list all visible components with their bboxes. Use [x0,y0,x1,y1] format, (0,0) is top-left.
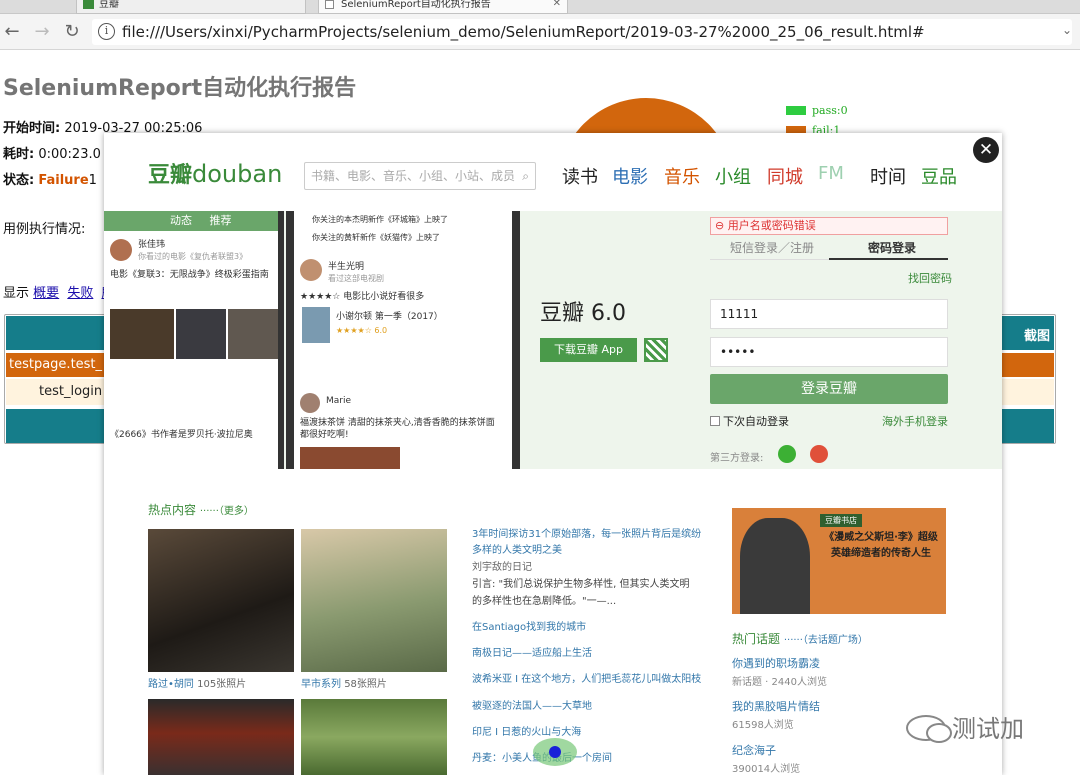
nav-read[interactable]: 读书 [562,163,598,189]
article-link[interactable]: 3年时间探访31个原始部落，每一张照片背后是缤纷 [472,526,701,543]
drama-poster [302,307,330,343]
close-icon[interactable]: ✕ [973,137,999,163]
overseas-phone-login-link[interactable]: 海外手机登录 [882,413,948,429]
find-password-link[interactable]: 找回密码 [908,270,952,286]
legend-pass-swatch [786,106,806,115]
active-tab-indicator [829,258,948,260]
article-link[interactable]: 南极日记——适应船上生活 [472,645,592,662]
album-photo-market[interactable] [301,529,447,672]
photo-thumb [300,447,400,469]
error-message: ⊖ 用户名或密码错误 [710,217,948,235]
album-photo-records[interactable] [148,699,294,775]
article-link[interactable]: 印尼 I 日惹的火山与大海 [472,724,581,741]
douban-search-input[interactable]: 书籍、电影、音乐、小组、小站、成员 ⌕ [304,162,536,190]
url-text[interactable]: file:///Users/xinxi/PycharmProjects/sele… [122,23,925,41]
nav-music[interactable]: 音乐 [664,163,700,189]
checkbox-icon[interactable] [710,416,720,426]
topic-link[interactable]: 纪念海子 [732,742,776,758]
avatar [110,239,132,261]
filter-summary-link[interactable]: 概要 [33,286,59,301]
tab-close-icon[interactable]: ✕ [553,0,561,9]
filter-links: 显示 概要 失败 所 [3,282,118,301]
article-link[interactable]: 在Santiago找到我的城市 [472,619,586,636]
article-excerpt: 引言: "我们总说保护生物多样性, 但其实人类文明 [472,579,690,590]
forward-arrow-icon[interactable]: → [32,21,52,43]
nav-time[interactable]: 时间 [870,163,906,189]
article-excerpt-cont: 的多样性也在急剧降低。"一—... [472,596,617,607]
douban-favicon-icon [83,0,94,9]
app-name: 豆瓣 6.0 [540,301,626,326]
back-arrow-icon[interactable]: ← [2,21,22,43]
search-icon[interactable]: ⌕ [522,163,529,189]
avatar [300,259,322,281]
watermark: 测试加 [906,709,1024,744]
avatar [300,393,320,413]
douban-login-modal: 豆瓣douban 书籍、电影、音乐、小组、小站、成员 ⌕ 读书 电影 音乐 小组… [104,133,1002,775]
usage-label: 用例执行情况: [3,222,86,237]
more-link[interactable]: ······（更多） [200,506,254,517]
status-badge: Failure [38,173,89,188]
hot-content-title: 热点内容 ······（更多） [148,503,254,517]
login-button[interactable]: 登录豆瓣 [710,374,948,404]
topic-stat: 390014人浏览 [732,764,801,775]
weibo-icon[interactable] [810,445,828,463]
phone-mockup-left: 动态 推荐 张佳玮 你看过的电影《复仇者联盟3》 电影《复联3：无限战争》终极彩… [104,211,284,469]
reload-icon[interactable]: ↻ [62,21,82,43]
username-field[interactable]: 11111 [710,299,948,329]
hero-banner: 动态 推荐 张佳玮 你看过的电影《复仇者联盟3》 电影《复联3：无限战争》终极彩… [104,211,1002,469]
article-link[interactable]: 被驱逐的法国人——大草地 [472,698,592,715]
article-link[interactable]: 波希米亚 I 在这个地方，人们把毛蕊花儿叫做太阳枝 [472,671,701,688]
third-party-login-label: 第三方登录: [710,453,764,464]
page-title: SeleniumReport自动化执行报告 [3,76,357,101]
nav-movie[interactable]: 电影 [612,163,648,189]
photo-thumb [110,309,174,359]
status: 状态: Failure1 [3,173,97,188]
wechat-icon[interactable] [778,445,796,463]
photo-thumb [228,309,278,359]
qr-code-icon[interactable] [644,338,668,362]
wechat-watermark-icon [906,715,952,743]
filter-failed-link[interactable]: 失败 [67,286,93,301]
download-app-button[interactable]: 下载豆瓣 App [540,338,637,362]
duration: 耗时: 0:00:23.0 [3,147,101,162]
auto-login-checkbox[interactable]: 下次自动登录 [710,413,789,429]
topic-stat: 新话题 · 2440人浏览 [732,677,827,688]
tab-selenium-report[interactable]: SeleniumReport自动化执行报告 ✕ [318,0,568,14]
document-icon [325,0,334,9]
click-marker [533,738,577,766]
site-info-icon[interactable]: i [98,23,115,40]
nav-city[interactable]: 同城 [767,163,803,189]
tab-sms-login[interactable]: 短信登录／注册 [730,239,814,256]
nav-fm[interactable]: FM [818,163,844,184]
album-photo-hutong[interactable] [148,529,294,672]
portrait-illustration [740,518,810,614]
tab-douban[interactable]: 豆瓣 [76,0,306,14]
album-caption: 早市系列 58张照片 [301,679,387,690]
login-form: ⊖ 用户名或密码错误 短信登录／注册 密码登录 找回密码 11111 •••••… [710,217,952,464]
omnibox-chevron-icon[interactable]: ⌄ [1062,23,1072,37]
address-bar[interactable]: i file:///Users/xinxi/PycharmProjects/se… [92,19,1072,45]
hot-topics-title: 热门话题 ······（去话题广场） [732,632,868,646]
tab-password-login[interactable]: 密码登录 [868,239,916,256]
topic-link[interactable]: 我的黑胶唱片情结 [732,698,820,714]
browser-toolbar: ← → ↻ i file:///Users/xinxi/PycharmProje… [0,14,1080,50]
album-caption: 路过•胡同 105张照片 [148,679,247,690]
topic-stat: 61598人浏览 [732,720,794,731]
nav-group[interactable]: 小组 [715,163,751,189]
nav-market[interactable]: 豆品 [921,163,957,189]
photo-thumb [176,309,226,359]
douban-logo[interactable]: 豆瓣douban [148,157,282,189]
article-author: 刘宇敌的日记 [472,562,532,573]
legend-pass: pass:0 [786,104,848,117]
album-photo-landscape[interactable] [301,699,447,775]
phone-mockup-right: 你关注的本杰明新作《环城箱》上映了 你关注的黄轩新作《妖猫传》上映了 半生光明 … [286,211,520,469]
browser-tabstrip: 豆瓣 SeleniumReport自动化执行报告 ✕ [0,0,1080,14]
article-link-cont[interactable]: 多样的人类文明之美 [472,542,562,559]
password-field[interactable]: ••••• [710,337,948,367]
topic-plaza-link[interactable]: ······（去话题广场） [784,635,868,646]
book-promo-banner[interactable]: 豆瓣书店 《漫威之父斯坦·李》超级英雄缔造者的传奇人生 [732,508,946,614]
topic-link[interactable]: 你遇到的职场霸凌 [732,655,820,671]
